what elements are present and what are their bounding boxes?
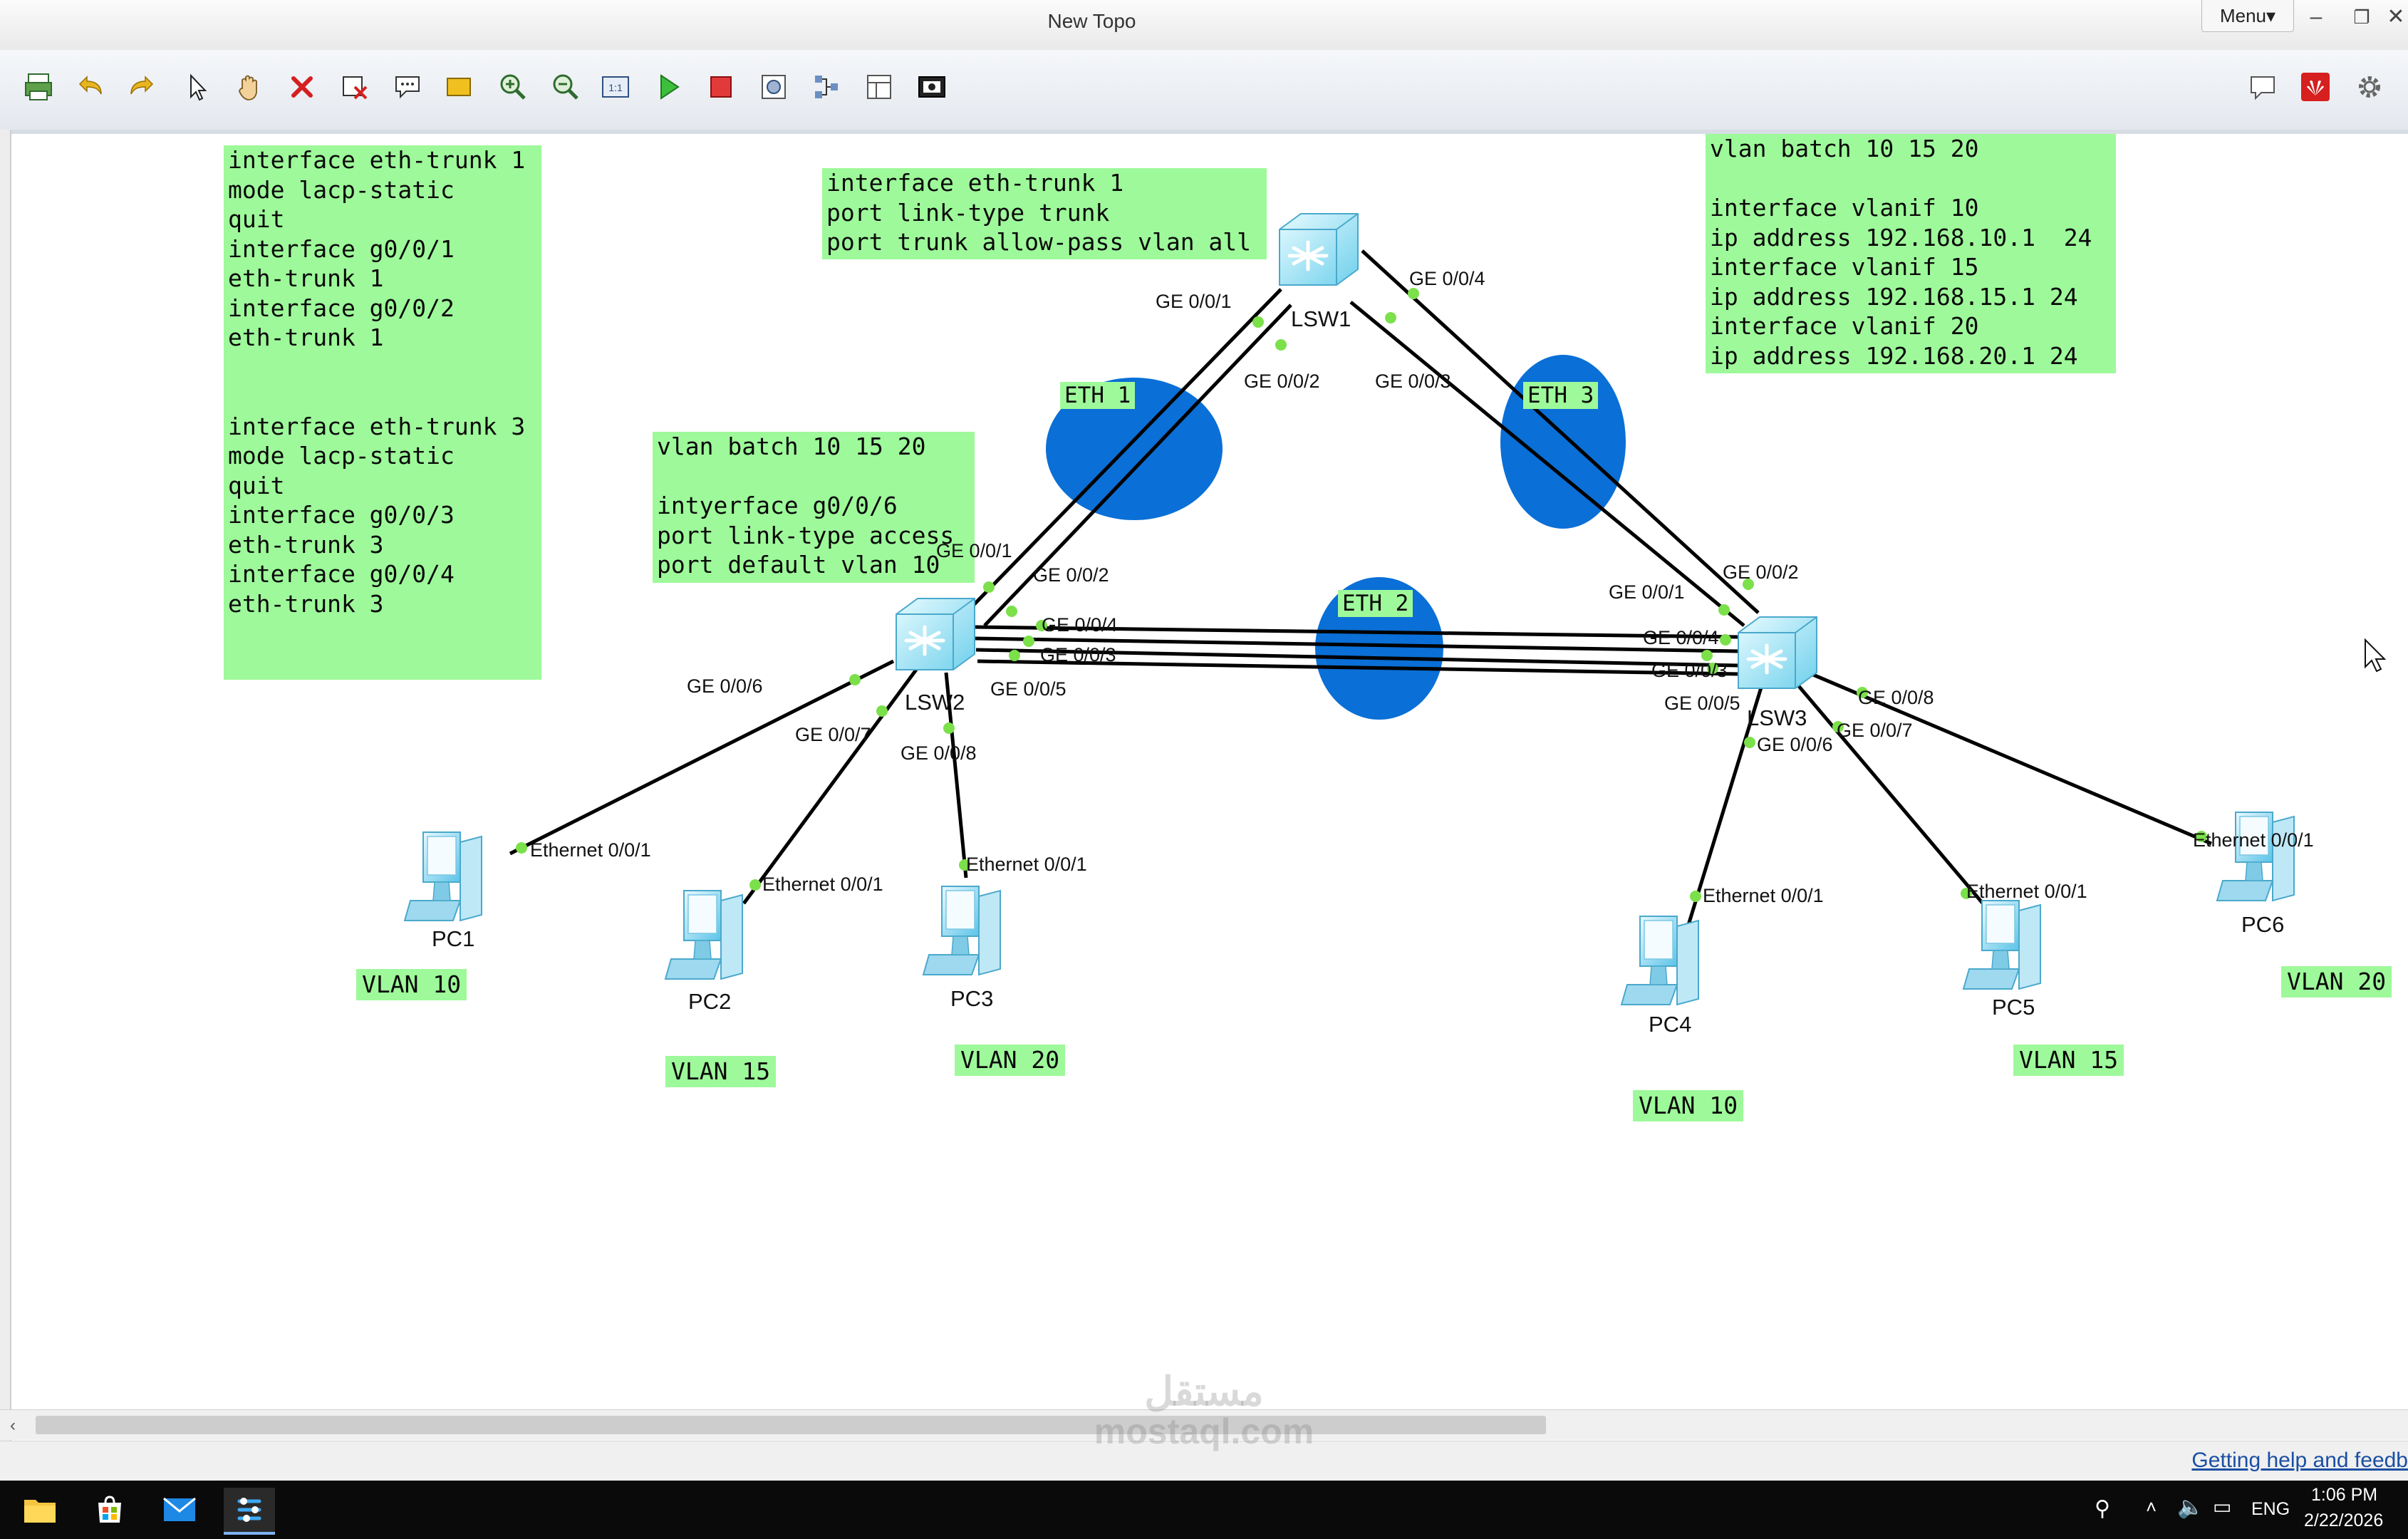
vlan-tag-pc6[interactable]: VLAN 20 [2281, 966, 2392, 998]
vlan-tag-pc4[interactable]: VLAN 10 [1633, 1090, 1744, 1121]
port-label: GE 0/0/2 [1033, 564, 1109, 586]
file-explorer-icon[interactable] [14, 1488, 66, 1532]
taskbar: ⚲ ˄ 🔈 ▭ ENG 1:06 PM 2/22/2026 [0, 1481, 2408, 1539]
pc4-name: PC4 [1649, 1012, 1692, 1037]
vlan-tag-pc2[interactable]: VLAN 15 [665, 1056, 777, 1087]
port-label: GE 0/0/5 [990, 678, 1067, 700]
pc1-icon[interactable] [404, 831, 482, 921]
ensp-app-icon[interactable] [224, 1488, 275, 1535]
eth-trunk-2-label: ETH 2 [1338, 590, 1413, 617]
clock-date[interactable]: 2/22/2026 [2304, 1510, 2383, 1531]
port-label: GE 0/0/3 [1651, 660, 1728, 681]
port-label: GE 0/0/8 [901, 742, 977, 764]
port-label: GE 0/0/3 [1375, 370, 1451, 392]
port-label: GE 0/0/2 [1723, 561, 1799, 583]
port-label: GE 0/0/6 [1757, 734, 1833, 755]
config-note-vlanif[interactable]: vlan batch 10 15 20 interface vlanif 10 … [1706, 134, 2116, 373]
port-label: Ethernet 0/0/1 [762, 874, 883, 895]
port-label: GE 0/0/1 [1609, 581, 1685, 603]
pc6-icon[interactable] [2216, 812, 2295, 901]
pc2-icon[interactable] [665, 890, 743, 980]
switch-lsw1-icon[interactable] [1280, 214, 1358, 285]
tray-chevron-icon[interactable]: ˄ [2146, 1496, 2157, 1518]
pc5-icon[interactable] [1963, 900, 2041, 990]
port-label: Ethernet 0/0/1 [2193, 829, 2314, 851]
config-note-lacp[interactable]: interface eth-trunk 1 mode lacp-static q… [224, 145, 541, 680]
port-label: Ethernet 0/0/1 [966, 854, 1087, 875]
pc3-name: PC3 [950, 986, 994, 1011]
port-label: Ethernet 0/0/1 [1966, 881, 2087, 902]
eth-trunk-1-label: ETH 1 [1060, 382, 1136, 409]
port-label: GE 0/0/4 [1409, 268, 1485, 289]
config-note-access[interactable]: vlan batch 10 15 20 intyerface g0/0/6 po… [653, 432, 975, 583]
mouse-cursor-icon [2365, 638, 2387, 673]
port-label: GE 0/0/2 [1244, 370, 1320, 392]
port-label: Ethernet 0/0/1 [1703, 885, 1824, 906]
port-label: GE 0/0/7 [1837, 720, 1913, 741]
config-note-trunk-allow[interactable]: interface eth-trunk 1 port link-type tru… [822, 168, 1267, 259]
pc6-name: PC6 [2241, 912, 2285, 937]
port-label: GE 0/0/6 [687, 675, 763, 697]
scroll-left-icon[interactable]: ‹ [10, 1416, 16, 1436]
port-label: GE 0/0/7 [795, 724, 871, 745]
switch-lsw3-name: LSW3 [1747, 705, 1807, 730]
switch-lsw1-name: LSW1 [1291, 306, 1351, 331]
people-icon[interactable]: ⚲ [2095, 1496, 2110, 1521]
volume-icon[interactable]: 🔈 [2177, 1495, 2204, 1520]
port-label: GE 0/0/4 [1042, 614, 1118, 636]
pc5-name: PC5 [1992, 995, 2035, 1020]
network-icon[interactable]: ▭ [2213, 1495, 2231, 1518]
watermark: مستقل mostaql.com [1094, 1369, 1314, 1451]
language-indicator[interactable]: ENG [2251, 1499, 2290, 1520]
store-icon[interactable] [84, 1488, 135, 1532]
switch-lsw2-icon[interactable] [896, 598, 975, 670]
mail-icon[interactable] [154, 1488, 205, 1532]
port-label: GE 0/0/1 [936, 540, 1012, 561]
port-label: Ethernet 0/0/1 [530, 839, 651, 861]
port-label: GE 0/0/5 [1664, 693, 1740, 714]
vlan-tag-pc3[interactable]: VLAN 20 [955, 1045, 1066, 1076]
port-label: GE 0/0/8 [1858, 687, 1934, 708]
clock-time[interactable]: 1:06 PM [2311, 1485, 2377, 1506]
pc3-icon[interactable] [923, 886, 1001, 975]
port-label: GE 0/0/3 [1040, 644, 1116, 665]
eth-trunk-3-label: ETH 3 [1523, 382, 1599, 409]
pc4-icon[interactable] [1621, 916, 1699, 1005]
vlan-tag-pc5[interactable]: VLAN 15 [2013, 1045, 2124, 1076]
help-feedback-link[interactable]: Getting help and feedb [2191, 1449, 2408, 1473]
port-label: GE 0/0/1 [1156, 291, 1232, 312]
vlan-tag-pc1[interactable]: VLAN 10 [356, 969, 467, 1000]
port-label: GE 0/0/4 [1643, 627, 1719, 648]
pc2-name: PC2 [688, 989, 732, 1014]
switch-lsw2-name: LSW2 [905, 690, 965, 715]
pc1-name: PC1 [432, 926, 475, 951]
switch-lsw3-icon[interactable] [1738, 617, 1817, 688]
